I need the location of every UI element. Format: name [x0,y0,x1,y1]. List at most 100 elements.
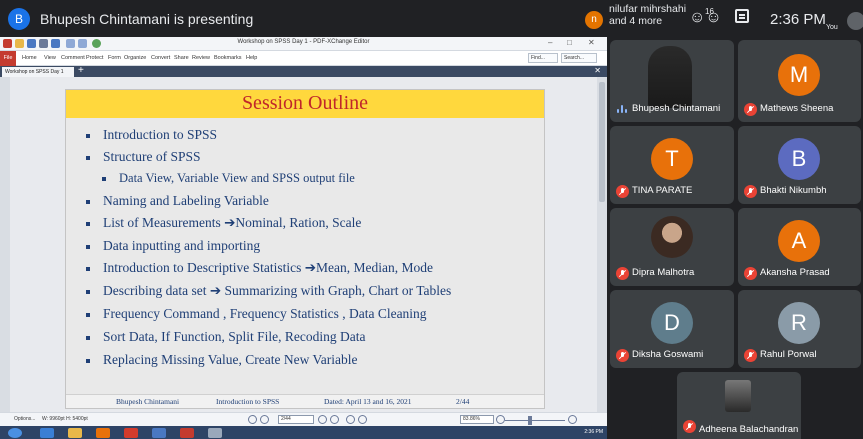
participant-tile[interactable]: B Bhakti Nikumbh [738,126,861,204]
bullet-item: Introduction to Descriptive Statistics ➔… [86,260,433,276]
app-titlebar: Workshop on SPSS Day 1 - PDF-XChange Edi… [0,37,607,51]
participant-video [648,46,692,108]
participant-avatar: D [651,302,693,344]
bullet-item: Describing data set ➔ Summarizing with G… [86,283,451,299]
others-label[interactable]: nilufar mihrshahi and 4 more [609,3,686,27]
zoom-out-icon[interactable] [496,415,505,424]
prev-page-icon[interactable] [260,415,269,424]
document-area: Session Outline Introduction to SPSS Str… [0,77,607,412]
zoom-input[interactable]: 83.86% [460,415,494,424]
participant-tile[interactable]: Dipra Malhotra [610,208,734,286]
mic-off-icon [616,267,629,280]
participant-name: Mathews Sheena [760,103,834,114]
chat-icon[interactable] [735,9,749,23]
participant-tile[interactable]: A Akansha Prasad [738,208,861,286]
zoom-in-icon[interactable] [568,415,577,424]
back-icon[interactable] [346,415,355,424]
tab-share[interactable]: Share [174,55,189,61]
participant-name: Rahul Porwal [760,349,817,360]
last-page-icon[interactable] [330,415,339,424]
mic-off-icon [744,267,757,280]
next-page-icon[interactable] [318,415,327,424]
tab-organize[interactable]: Organize [124,55,146,61]
tab-view[interactable]: View [44,55,56,61]
participant-tile[interactable]: Bhupesh Chintamani [610,40,734,122]
participant-tile[interactable]: R Rahul Porwal [738,290,861,368]
bullet-item: Introduction to SPSS [86,127,217,143]
explorer-icon[interactable] [68,428,82,438]
tab-convert[interactable]: Convert [151,55,170,61]
people-count: 16 [705,7,714,16]
left-panel-bar[interactable] [0,77,10,412]
participant-name: Diksha Goswami [632,349,704,360]
window-title: Workshop on SPSS Day 1 - PDF-XChange Edi… [237,39,370,45]
scrollbar-thumb[interactable] [599,82,605,202]
participant-avatar: B [778,138,820,180]
self-avatar[interactable] [847,12,863,30]
close-icon[interactable]: ✕ [588,38,595,47]
slide-footer: Bhupesh Chintamani Introduction to SPSS … [66,394,544,408]
tab-home[interactable]: Home [22,55,37,61]
mic-off-icon [616,349,629,362]
bullet-item: Naming and Labeling Variable [86,193,269,209]
participant-tile[interactable]: T TINA PARATE [610,126,734,204]
presenting-bar: B Bhupesh Chintamani is presenting n nil… [0,0,863,37]
zoom-slider-thumb[interactable] [528,416,532,425]
bullet-item: Sort Data, If Function, Split File, Reco… [86,329,365,345]
participant-avatar: R [778,302,820,344]
bullet-subitem: Data View, Variable View and SPSS output… [102,171,355,186]
restore-icon[interactable]: □ [567,38,572,47]
find-button[interactable]: Find... [528,53,558,63]
shared-screen: Workshop on SPSS Day 1 - PDF-XChange Edi… [0,37,607,439]
status-bar: Options... W: 9960pt H: 5400pt 2/44 83.8… [0,412,607,426]
participant-name: TINA PARATE [632,185,693,196]
participant-name: Dipra Malhotra [632,267,695,278]
search-button[interactable]: Search... [561,53,597,63]
mic-off-icon [744,103,757,116]
presenter-avatar: B [8,8,30,30]
media-icon[interactable] [96,428,110,438]
others-avatar: n [585,11,603,29]
tab-form[interactable]: Form [108,55,121,61]
bullet-item: List of Measurements ➔Nominal, Ration, S… [86,215,361,231]
participant-tile[interactable]: M Mathews Sheena [738,40,861,122]
new-tab-icon[interactable]: + [78,65,84,76]
tab-help[interactable]: Help [246,55,257,61]
forward-icon[interactable] [358,415,367,424]
tab-protect[interactable]: Protect [86,55,103,61]
chrome-icon[interactable] [124,428,138,438]
page-number-input[interactable]: 2/44 [278,415,314,424]
zoom-slider[interactable] [505,420,565,421]
other-app-icon[interactable] [208,428,222,438]
document-tab[interactable]: Workshop on SPSS Day 1 [2,67,74,77]
start-icon[interactable] [8,428,22,438]
first-page-icon[interactable] [248,415,257,424]
options-button[interactable]: Options... [14,416,35,422]
tab-bookmarks[interactable]: Bookmarks [214,55,242,61]
tab-review[interactable]: Review [192,55,210,61]
participant-tile[interactable]: Adheena Balachandran [677,372,801,439]
taskbar-clock: 2:36 PM [584,429,603,435]
windows-taskbar: 2:36 PM [0,426,607,439]
participant-tile[interactable]: D Diksha Goswami [610,290,734,368]
pdf-editor-icon[interactable] [180,428,194,438]
participant-name: Bhupesh Chintamani [632,103,721,114]
tab-comment[interactable]: Comment [61,55,85,61]
minimize-icon[interactable]: – [548,38,552,47]
close-tab-icon[interactable]: ✕ [594,66,601,75]
mic-off-icon [744,185,757,198]
tab-file[interactable]: File [0,51,16,66]
vertical-scrollbar[interactable] [597,77,607,412]
bullet-item: Data inputting and importing [86,238,260,254]
footer-page: 2/44 [456,397,470,406]
participant-name: Bhakti Nikumbh [760,185,827,196]
footer-course: Introduction to SPSS [216,397,280,406]
ie-icon[interactable] [40,428,54,438]
participant-avatar: M [778,54,820,96]
participant-photo [651,216,693,258]
mic-off-icon [683,420,696,433]
mic-off-icon [616,185,629,198]
slide-title: Session Outline [241,92,369,114]
app-icon[interactable] [152,428,166,438]
others-more: and 4 more [609,15,663,27]
